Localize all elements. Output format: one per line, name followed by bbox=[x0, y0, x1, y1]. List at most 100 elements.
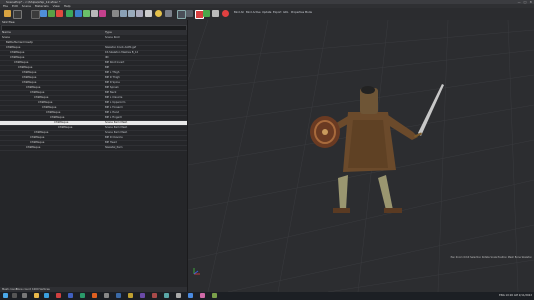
tree-row-type: Scene Item Mesh bbox=[105, 131, 128, 134]
tree-row-type: BIP R Clavicle bbox=[105, 136, 123, 139]
tree-row-name: BattleHumanCrowdp bbox=[6, 41, 33, 44]
bone-icon[interactable] bbox=[128, 10, 135, 17]
tree-row-name: Ch9Pilsque bbox=[22, 76, 37, 79]
tree-row-name: Ch9Pilsque bbox=[18, 66, 33, 69]
tree-row-type: BIP R Thigh bbox=[105, 76, 120, 79]
app-blue-icon[interactable] bbox=[68, 293, 73, 298]
material-icon[interactable] bbox=[83, 10, 90, 17]
bind-active-button[interactable]: Bind Active bbox=[246, 11, 261, 14]
tree-row-type: Scene Item Mesh bbox=[105, 121, 128, 124]
tree-row-type: BIP L Hand bbox=[105, 111, 120, 114]
tree-row-type: BIP L Finger0 bbox=[105, 116, 122, 119]
tree-row-type: BIP L Forearm bbox=[105, 106, 123, 109]
tree-row-type: BIP bbox=[105, 66, 110, 69]
tree-row-name: Ch9Pilsque bbox=[22, 71, 37, 74]
viewport-3d[interactable] bbox=[188, 20, 534, 292]
tree-row-name: Ch9Pilsque bbox=[34, 131, 49, 134]
gear-icon[interactable] bbox=[212, 10, 219, 17]
app-red-icon[interactable] bbox=[56, 293, 61, 298]
app-gray-icon[interactable] bbox=[104, 293, 109, 298]
tree-row-type: Scene Item Mesh bbox=[105, 126, 128, 129]
tree-row-name: Ch9Pilsque bbox=[50, 116, 65, 119]
app-orange-icon[interactable] bbox=[92, 293, 97, 298]
gdl-button[interactable]: GDL bbox=[283, 11, 288, 14]
tree-row-type: IIN bbox=[105, 56, 109, 59]
tree-row-name: Ch9Pilsque bbox=[30, 141, 45, 144]
update-button[interactable]: Update bbox=[262, 11, 271, 14]
select-icon[interactable] bbox=[40, 10, 47, 17]
warrior-model[interactable] bbox=[310, 84, 444, 213]
tree-row-type: KS Skeleton Meshes B_12 bbox=[105, 51, 139, 54]
link-icon[interactable] bbox=[120, 10, 127, 17]
viewport-canvas[interactable] bbox=[188, 20, 534, 292]
pose-icon[interactable] bbox=[136, 10, 143, 17]
texture-icon[interactable] bbox=[75, 10, 82, 17]
tree-row-type: BIP Root Invert bbox=[105, 61, 125, 64]
start-icon[interactable] bbox=[3, 293, 8, 298]
light-icon[interactable] bbox=[91, 10, 98, 17]
search-icon[interactable] bbox=[12, 293, 17, 298]
record-icon[interactable] bbox=[56, 10, 63, 17]
app-yellow-icon[interactable] bbox=[128, 293, 133, 298]
app-blue3-icon[interactable] bbox=[188, 293, 193, 298]
bind-all-button[interactable]: Bind All bbox=[234, 11, 244, 14]
app-pink-icon[interactable] bbox=[200, 293, 205, 298]
column-name[interactable]: Name bbox=[2, 30, 11, 35]
tray-date[interactable]: 2/11/2022 bbox=[519, 294, 532, 297]
tree-row-type: Scene Root bbox=[105, 36, 120, 39]
explorer-icon[interactable] bbox=[34, 293, 39, 298]
tree-column-header: Name Type bbox=[0, 30, 187, 35]
tree-row-type: Skeletal_Item bbox=[105, 146, 123, 149]
app-olive-icon[interactable] bbox=[212, 293, 217, 298]
folder-icon[interactable] bbox=[4, 10, 11, 17]
render-icon[interactable] bbox=[165, 10, 172, 17]
tree-row[interactable]: Ch9Pilsque Skeletal_Item bbox=[0, 146, 187, 151]
tree-row-type: Skeleton Knob AAPK.gsf bbox=[105, 46, 137, 49]
move-icon[interactable] bbox=[48, 10, 55, 17]
axis-icon[interactable] bbox=[186, 10, 193, 17]
mesh-icon[interactable] bbox=[66, 10, 73, 17]
palette-icon[interactable] bbox=[99, 10, 106, 17]
scene-tree-panel: SkinTree Name Type Scene Scene Root Battle… bbox=[0, 20, 188, 292]
app-green-icon[interactable] bbox=[80, 293, 85, 298]
tree-row-name: Ch9Pilsque bbox=[26, 86, 41, 89]
tree-rows: Scene Scene Root BattleHumanCrowdp Ch9Pilsq… bbox=[0, 36, 187, 151]
wrench-icon[interactable] bbox=[112, 10, 119, 17]
app-purple-icon[interactable] bbox=[140, 293, 145, 298]
tree-row-name: Ch9Pilsque bbox=[14, 61, 29, 64]
viewport-status-bar: Pan Zoom Orbit Selection Rotate Scale Po… bbox=[188, 256, 534, 260]
tray-lang[interactable]: ENG bbox=[499, 294, 505, 297]
tree-row-name: Ch9Pilsque bbox=[54, 121, 69, 124]
tray-time[interactable]: 10:26 AM bbox=[506, 294, 518, 297]
tree-row-name: Ch9Pilsque bbox=[46, 111, 61, 114]
tree-row-name: Ch9Pilsque bbox=[26, 146, 41, 149]
tree-row-type: BIP L Clavicle bbox=[105, 96, 123, 99]
properties-mode-button[interactable]: Properties Mode bbox=[291, 11, 312, 14]
viewport-status-text: Pan Zoom Orbit Selection Rotate Scale Po… bbox=[450, 256, 532, 259]
os-taskbar: ENG 10:26 AM 2/11/2022 bbox=[0, 292, 534, 300]
tree-row-type: BIP L UpperArm bbox=[105, 101, 126, 104]
task-view-icon[interactable] bbox=[22, 293, 27, 298]
column-type[interactable]: Type bbox=[105, 30, 112, 35]
bulb-icon[interactable] bbox=[155, 10, 162, 17]
app-maroon-icon[interactable] bbox=[152, 293, 157, 298]
tree-row-name: Ch9Pilsque bbox=[10, 56, 25, 59]
app-white-icon[interactable] bbox=[176, 293, 181, 298]
export-button[interactable]: Export bbox=[273, 11, 282, 14]
tree-row-type: BIP Spine1 bbox=[105, 86, 119, 89]
system-tray: ENG 10:26 AM 2/11/2022 bbox=[499, 292, 532, 300]
play-icon[interactable] bbox=[203, 10, 210, 17]
save-icon[interactable] bbox=[13, 10, 22, 19]
app-teal-icon[interactable] bbox=[164, 293, 169, 298]
tree-row-name: Ch9Pilsque bbox=[58, 126, 73, 129]
edge-icon[interactable] bbox=[44, 293, 49, 298]
tree-row-type: BIP Neck bbox=[105, 91, 117, 94]
tree-row-type: BIP L Thigh bbox=[105, 71, 120, 74]
import-icon[interactable] bbox=[31, 10, 40, 19]
axis-gizmo-icon bbox=[193, 268, 200, 275]
tree-row-name: Scene bbox=[2, 36, 10, 39]
camera-icon[interactable] bbox=[145, 10, 152, 17]
app-blue2-icon[interactable] bbox=[116, 293, 121, 298]
record-red-icon[interactable] bbox=[222, 10, 229, 17]
grid-icon[interactable] bbox=[177, 10, 186, 19]
